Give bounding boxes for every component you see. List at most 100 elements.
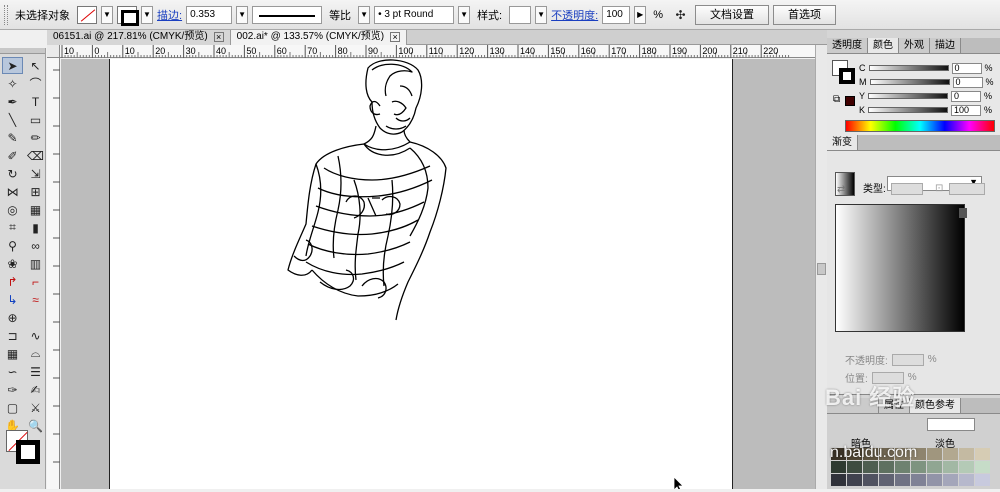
color-swatch[interactable] [943, 474, 958, 486]
control-bar-grip[interactable] [4, 4, 8, 25]
color-swatch[interactable] [831, 461, 846, 473]
blend-tool-icon[interactable]: ∞ [25, 237, 46, 254]
tab-gradient[interactable]: 渐变 [827, 135, 858, 150]
color-swatch[interactable] [863, 474, 878, 486]
brush-definition-select[interactable]: • 3 pt Round [374, 5, 455, 24]
pencil-tool-icon[interactable]: ✏ [25, 129, 46, 146]
color-swatch[interactable] [879, 474, 894, 486]
tab-appearance[interactable]: 外观 [899, 38, 930, 53]
color-swatch[interactable] [927, 461, 942, 473]
custom-tool-blue-icon[interactable]: ↳ [2, 291, 23, 308]
shape-builder-tool-icon[interactable]: ◎ [2, 201, 23, 218]
arc-tool-icon[interactable]: ⌓ [25, 345, 46, 362]
vertical-ruler[interactable] [47, 58, 60, 489]
color-swatch[interactable] [927, 474, 942, 486]
free-transform-tool-icon[interactable]: ⊞ [25, 183, 46, 200]
brush-chevron-down-icon[interactable]: ▼ [458, 5, 471, 24]
line-art-illustration[interactable] [110, 59, 734, 489]
reverse-gradient-icon[interactable]: ⇄ [837, 184, 845, 195]
harmony-select[interactable] [927, 418, 975, 431]
eraser-tool-icon[interactable]: ⌫ [25, 147, 46, 164]
warp-tool-icon[interactable]: ⊐ [2, 327, 23, 344]
lasso-tool-icon[interactable]: ⌒ [25, 75, 46, 92]
symbol-sprayer-tool-icon[interactable]: ❀ [2, 255, 23, 272]
close-icon[interactable]: × [213, 32, 224, 42]
color-swatch[interactable] [959, 474, 974, 486]
custom-tool-red-icon[interactable]: ↱ [2, 273, 23, 290]
gradient-opacity-input[interactable] [891, 353, 924, 366]
yellow-input[interactable]: 0 [951, 90, 982, 102]
tab-002[interactable]: 002.ai* @ 133.57% (CMYK/预览) × [230, 30, 408, 45]
direct-selection-tool-icon[interactable]: ↖ [25, 57, 46, 74]
vertical-scrollbar-thumb[interactable] [817, 263, 826, 275]
color-swatch[interactable] [959, 448, 974, 460]
color-swatch[interactable] [895, 461, 910, 473]
preferences-button[interactable]: 首选项 [772, 4, 836, 25]
opacity-chevron-down-icon[interactable]: ▶ [634, 5, 647, 24]
crosshair-tool-icon[interactable]: ⊕ [2, 309, 23, 326]
gradient-tool-icon[interactable]: ▮ [25, 219, 46, 236]
tab-06151[interactable]: 06151.ai @ 217.81% (CMYK/预览) × [47, 30, 231, 45]
last-color-swatch[interactable] [845, 96, 855, 106]
color-swatch[interactable] [959, 461, 974, 473]
color-swatch[interactable] [879, 461, 894, 473]
color-swatch[interactable] [975, 474, 990, 486]
custom-curve-red-icon[interactable]: ⌐ [25, 273, 46, 290]
fill-dropdown-chevron-down-icon[interactable]: ▼ [101, 5, 113, 24]
variable-width-profile[interactable] [252, 5, 323, 24]
color-swatch[interactable] [847, 474, 862, 486]
artboard[interactable] [109, 59, 733, 489]
perspective-grid-tool-icon[interactable]: ▦ [25, 201, 46, 218]
spiral-tool-icon[interactable]: ∽ [2, 363, 23, 380]
gradient-stop-marker[interactable] [959, 208, 967, 218]
column-graph-tool-icon[interactable]: ▥ [25, 255, 46, 272]
style-swatch[interactable] [509, 5, 532, 24]
tab-stroke[interactable]: 描边 [930, 38, 961, 53]
line-tool-icon[interactable]: ╲ [2, 111, 23, 128]
magenta-slider[interactable] [869, 79, 950, 85]
measure-tool-icon[interactable]: ✍ [25, 381, 46, 398]
cyan-slider[interactable] [868, 65, 949, 71]
recolor-artwork-icon[interactable]: ✣ [670, 6, 691, 23]
selection-tool-icon[interactable]: ➤ [2, 57, 23, 74]
stroke-weight-chevron-down-icon[interactable]: ▼ [236, 5, 249, 24]
document-setup-button[interactable]: 文档设置 [694, 4, 769, 25]
style-chevron-down-icon[interactable]: ▼ [535, 5, 548, 24]
color-swatch[interactable] [943, 461, 958, 473]
color-swatch[interactable] [927, 448, 942, 460]
stroke-dropdown-chevron-down-icon[interactable]: ▼ [141, 5, 153, 24]
eyedropper-tool-icon[interactable]: ⚲ [2, 237, 23, 254]
fill-swatch[interactable] [77, 5, 97, 24]
mesh-tool-icon[interactable]: ⌗ [2, 219, 23, 236]
rectangle-tool-icon[interactable]: ▭ [25, 111, 46, 128]
ruler-origin[interactable] [47, 45, 60, 58]
color-swatch[interactable] [911, 474, 926, 486]
type-tool-icon[interactable]: T [25, 93, 46, 110]
eyedropper2-tool-icon[interactable]: ✑ [2, 381, 23, 398]
color-swatch[interactable] [975, 448, 990, 460]
blob-brush-tool-icon[interactable]: ✐ [2, 147, 23, 164]
aspect-ratio-input[interactable] [949, 183, 985, 195]
color-spectrum-bar[interactable] [845, 120, 995, 132]
grid-tool-icon[interactable]: ▦ [2, 345, 23, 362]
rotate-tool-icon[interactable]: ↻ [2, 165, 23, 182]
tab-color-guide[interactable]: 颜色参考 [910, 398, 961, 413]
canvas-area[interactable] [61, 59, 815, 489]
close-icon[interactable]: × [390, 32, 401, 42]
gradient-slider-preview[interactable] [835, 204, 965, 332]
slice-tool-icon[interactable]: ⚔ [25, 399, 46, 416]
color-swatch[interactable] [847, 461, 862, 473]
opacity-link[interactable]: 不透明度: [551, 7, 598, 23]
stroke-indicator[interactable] [16, 440, 40, 464]
color-swatch[interactable] [863, 461, 878, 473]
cyan-input[interactable]: 0 [951, 62, 982, 74]
magic-wand-tool-icon[interactable]: ✧ [2, 75, 23, 92]
stroke-link[interactable]: 描边: [157, 7, 182, 23]
color-swatch[interactable] [911, 461, 926, 473]
paintbrush-tool-icon[interactable]: ✎ [2, 129, 23, 146]
custom-wave-icon[interactable]: ≈ [25, 291, 46, 308]
black-input[interactable]: 100 [951, 104, 982, 116]
opacity-input[interactable]: 100 [602, 5, 631, 24]
color-swatch[interactable] [975, 461, 990, 473]
stroke-weight-input[interactable]: 0.353 [186, 5, 233, 24]
